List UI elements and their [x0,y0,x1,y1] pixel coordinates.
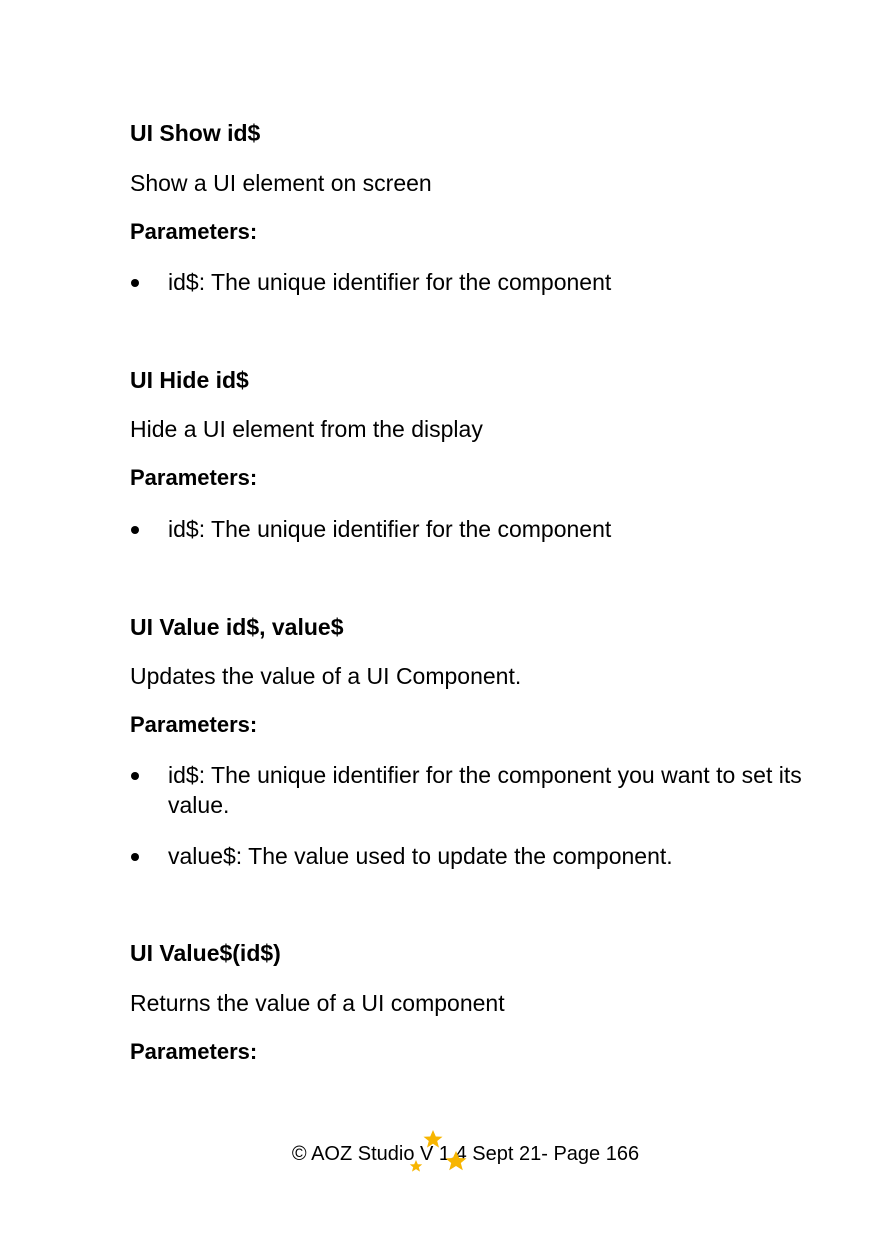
star-icon [445,1151,467,1171]
section-description-ui-hide: Hide a UI element from the display [130,416,483,442]
parameter-text: id$: The unique identifier for the compo… [168,269,612,295]
section-description-ui-show: Show a UI element on screen [130,170,432,196]
star-icon [423,1130,443,1148]
section-heading-ui-value: UI Value id$, value$ [130,614,344,640]
parameter-item-ui-hide-id: id$: The unique identifier for the compo… [130,514,810,544]
section-heading-ui-value-func: UI Value$(id$) [130,940,281,966]
parameters-label-ui-value: Parameters: [130,712,258,737]
section-heading-ui-show: UI Show id$ [130,120,261,146]
parameter-item-ui-value-value: value$: The value used to update the com… [130,841,810,871]
parameters-label-ui-show: Parameters: [130,219,258,244]
bullet-icon [131,526,139,534]
bullet-icon [131,853,139,861]
star-logo-icon [409,1130,467,1172]
parameters-label-ui-hide: Parameters: [130,465,258,490]
parameter-text: id$: The unique identifier for the compo… [168,516,612,542]
bullet-icon [131,772,139,780]
section-heading-ui-hide: UI Hide id$ [130,367,249,393]
parameter-text: id$: The unique identifier for the compo… [168,762,802,818]
parameter-item-ui-value-id: id$: The unique identifier for the compo… [130,760,810,820]
bullet-icon [131,279,139,287]
parameter-item-ui-show-id: id$: The unique identifier for the compo… [130,267,810,297]
parameters-label-ui-value-func: Parameters: [130,1039,258,1064]
star-icon [409,1160,423,1172]
section-description-ui-value-func: Returns the value of a UI component [130,990,505,1016]
section-description-ui-value: Updates the value of a UI Component. [130,663,522,689]
parameter-text: value$: The value used to update the com… [168,843,673,869]
